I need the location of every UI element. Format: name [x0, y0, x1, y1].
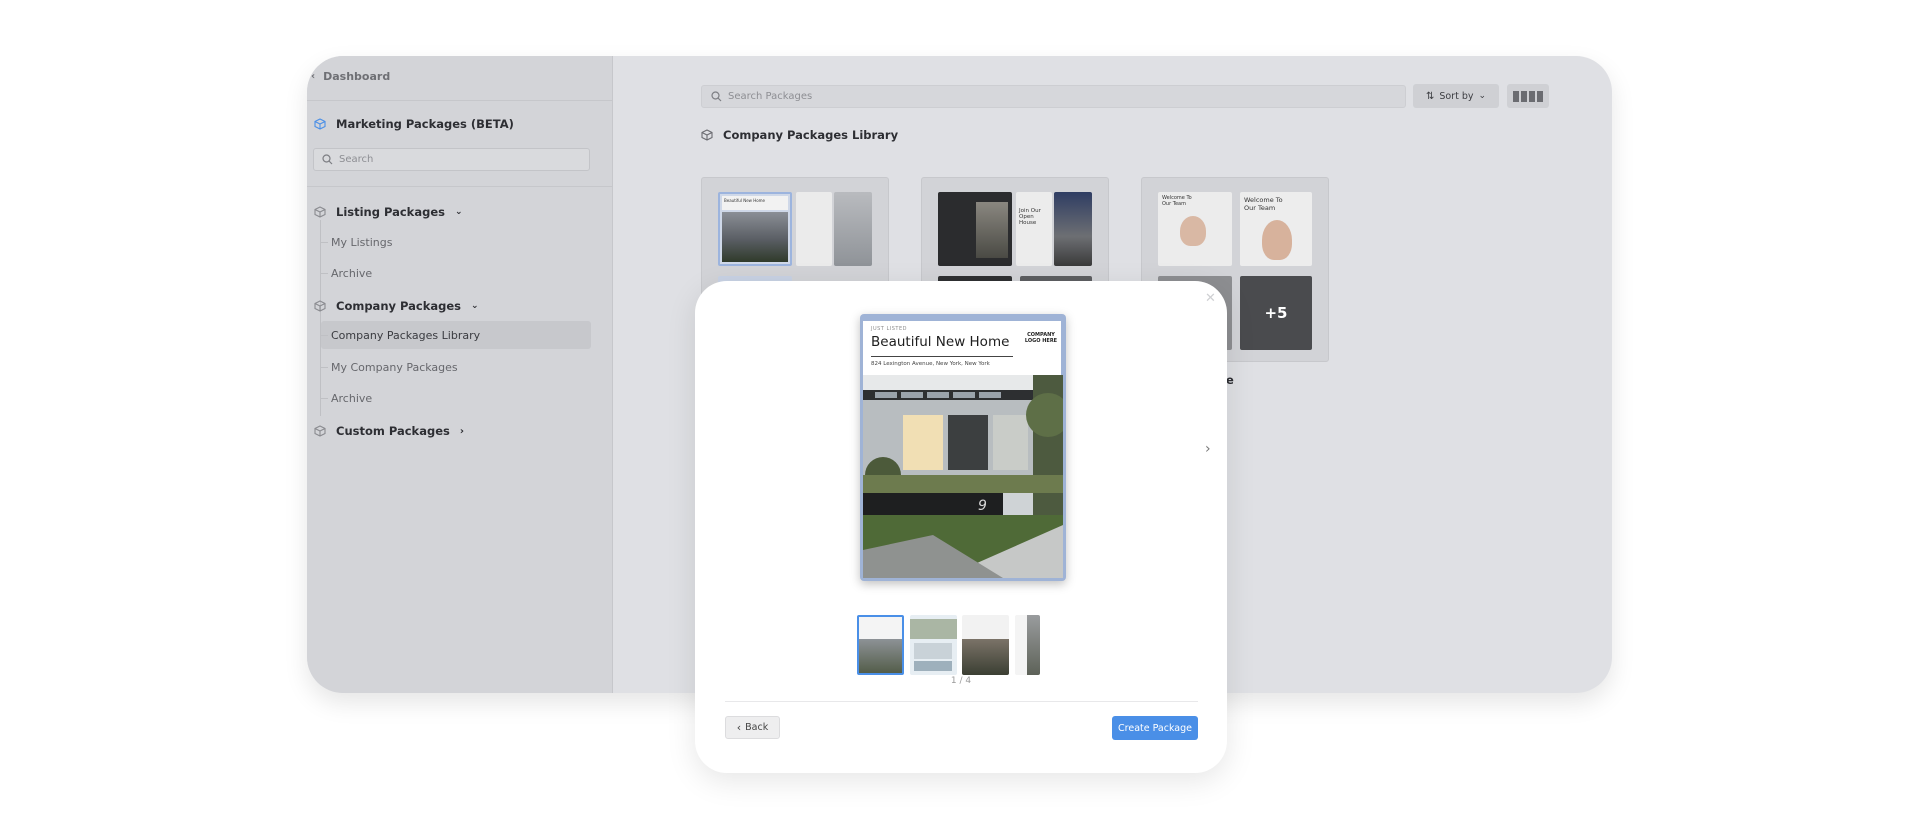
package-icon — [314, 300, 326, 312]
grid-view-toggle[interactable] — [1507, 84, 1549, 108]
person-photo — [1262, 220, 1292, 260]
search-icon — [322, 154, 333, 165]
thumbnail-1[interactable] — [857, 615, 904, 675]
card-thumbnail — [938, 192, 1012, 266]
sidebar-item-label: My Company Packages — [331, 360, 458, 374]
chevron-right-icon[interactable]: › — [1205, 441, 1211, 457]
house-photo — [722, 212, 788, 262]
dashboard-label: Dashboard — [323, 70, 391, 83]
sort-by-button[interactable]: ⇅ Sort by ⌄ — [1413, 84, 1499, 108]
flyer-subtitle: JUST LISTED — [871, 326, 907, 332]
flyer-title: Beautiful New Home — [871, 334, 1010, 350]
create-package-button[interactable]: Create Package — [1112, 716, 1198, 740]
sidebar-item-label: My Listings — [331, 235, 393, 249]
thumb-flyer-title: Beautiful New Home — [722, 196, 788, 210]
sidebar-search-input[interactable]: Search — [313, 148, 590, 171]
card-thumbnail — [796, 192, 832, 266]
card-thumbnail: Welcome To Our Team — [1240, 192, 1312, 266]
custom-packages-group[interactable]: Custom Packages › — [314, 424, 464, 438]
packages-search-placeholder: Search Packages — [728, 91, 813, 102]
package-icon — [314, 425, 326, 437]
house-photo: 9 — [863, 375, 1063, 578]
page-counter: 1 / 4 — [950, 676, 972, 686]
sidebar-item-my-company-packages[interactable]: My Company Packages — [321, 353, 458, 381]
company-logo: COMPANY LOGO HERE — [1024, 332, 1058, 344]
section-title: Company Packages Library — [701, 128, 898, 142]
package-preview-modal: ✕ › JUST LISTED Beautiful New Home 824 L… — [695, 281, 1227, 773]
person-photo — [1180, 216, 1206, 246]
more-thumbnails-badge: +5 — [1240, 276, 1312, 350]
sidebar-item-my-listings[interactable]: My Listings — [321, 228, 392, 256]
thumbnail-4[interactable] — [1015, 615, 1040, 675]
thumbnail-3[interactable] — [962, 615, 1009, 675]
sidebar-item-company-packages-library[interactable]: Company Packages Library — [321, 321, 591, 349]
flyer-preview: JUST LISTED Beautiful New Home 824 Lexin… — [860, 314, 1066, 581]
more-count: +5 — [1264, 304, 1288, 322]
search-icon — [711, 91, 722, 102]
sort-icon: ⇅ — [1425, 90, 1435, 102]
thumb-welcome-text: Welcome To Our Team — [1162, 195, 1192, 207]
chevron-down-icon: ⌄ — [470, 301, 479, 311]
house-illustration: 9 — [863, 375, 1063, 578]
chevron-left-icon: ‹ — [736, 721, 742, 734]
sidebar-title-text: Marketing Packages (BETA) — [336, 117, 514, 131]
chevron-down-icon: ⌄ — [1478, 91, 1487, 101]
package-icon — [701, 129, 713, 141]
thumb-welcome-text: Welcome To Our Team — [1244, 196, 1283, 212]
sidebar-title: Marketing Packages (BETA) — [314, 117, 514, 131]
card-thumbnail: Join Our Open House — [1016, 192, 1052, 266]
card-thumbnail: Beautiful New Home — [718, 192, 792, 266]
sort-by-label: Sort by — [1439, 90, 1474, 102]
sidebar-item-label: Company Packages Library — [331, 328, 481, 342]
divider — [307, 100, 613, 101]
grid-icon-bar — [1513, 90, 1519, 102]
grid-icon-bar — [1537, 90, 1543, 102]
listing-packages-group[interactable]: Listing Packages ⌄ — [314, 205, 463, 219]
house-photo — [976, 202, 1008, 258]
listing-packages-label: Listing Packages — [336, 205, 445, 219]
package-icon — [314, 118, 326, 130]
back-button-label: Back — [745, 722, 769, 733]
sidebar-item-label: Archive — [331, 391, 373, 405]
sidebar-item-company-archive[interactable]: Archive — [321, 384, 372, 412]
thumbnail-2[interactable] — [910, 615, 957, 675]
card-thumbnail — [1054, 192, 1092, 266]
chevron-down-icon: ⌄ — [454, 207, 463, 217]
sidebar-item-listing-archive[interactable]: Archive — [321, 259, 372, 287]
thumb-open-house-text: Join Our Open House — [1019, 208, 1041, 226]
close-icon[interactable]: ✕ — [1205, 291, 1216, 306]
custom-packages-label: Custom Packages — [336, 424, 450, 438]
back-button[interactable]: ‹ Back — [725, 716, 780, 739]
section-title-text: Company Packages Library — [723, 128, 899, 142]
flyer-address: 824 Lexington Avenue, New York, New York — [871, 361, 990, 367]
chevron-right-icon: › — [459, 425, 464, 437]
packages-search-input[interactable]: Search Packages — [701, 85, 1406, 108]
divider — [725, 701, 1198, 702]
package-icon — [314, 206, 326, 218]
card-thumbnail: Welcome To Our Team — [1158, 192, 1232, 266]
company-packages-label: Company Packages — [336, 299, 461, 313]
company-packages-group[interactable]: Company Packages ⌄ — [314, 299, 479, 313]
chevron-left-icon: ‹ — [311, 71, 316, 82]
grid-icon-bar — [1529, 90, 1535, 102]
thumbnail-strip — [857, 615, 1072, 677]
dashboard-back-link[interactable]: ‹ Dashboard — [311, 70, 390, 83]
card-thumbnail — [834, 192, 872, 266]
divider — [307, 186, 613, 187]
sidebar-search-placeholder: Search — [339, 154, 374, 165]
house-number: 9 — [978, 498, 987, 514]
flyer-header: JUST LISTED Beautiful New Home 824 Lexin… — [863, 321, 1061, 375]
sidebar-item-label: Archive — [331, 266, 373, 280]
divider — [871, 356, 1013, 357]
sidebar: ‹ Dashboard Marketing Packages (BETA) Se… — [307, 56, 613, 693]
grid-icon-bar — [1521, 90, 1527, 102]
